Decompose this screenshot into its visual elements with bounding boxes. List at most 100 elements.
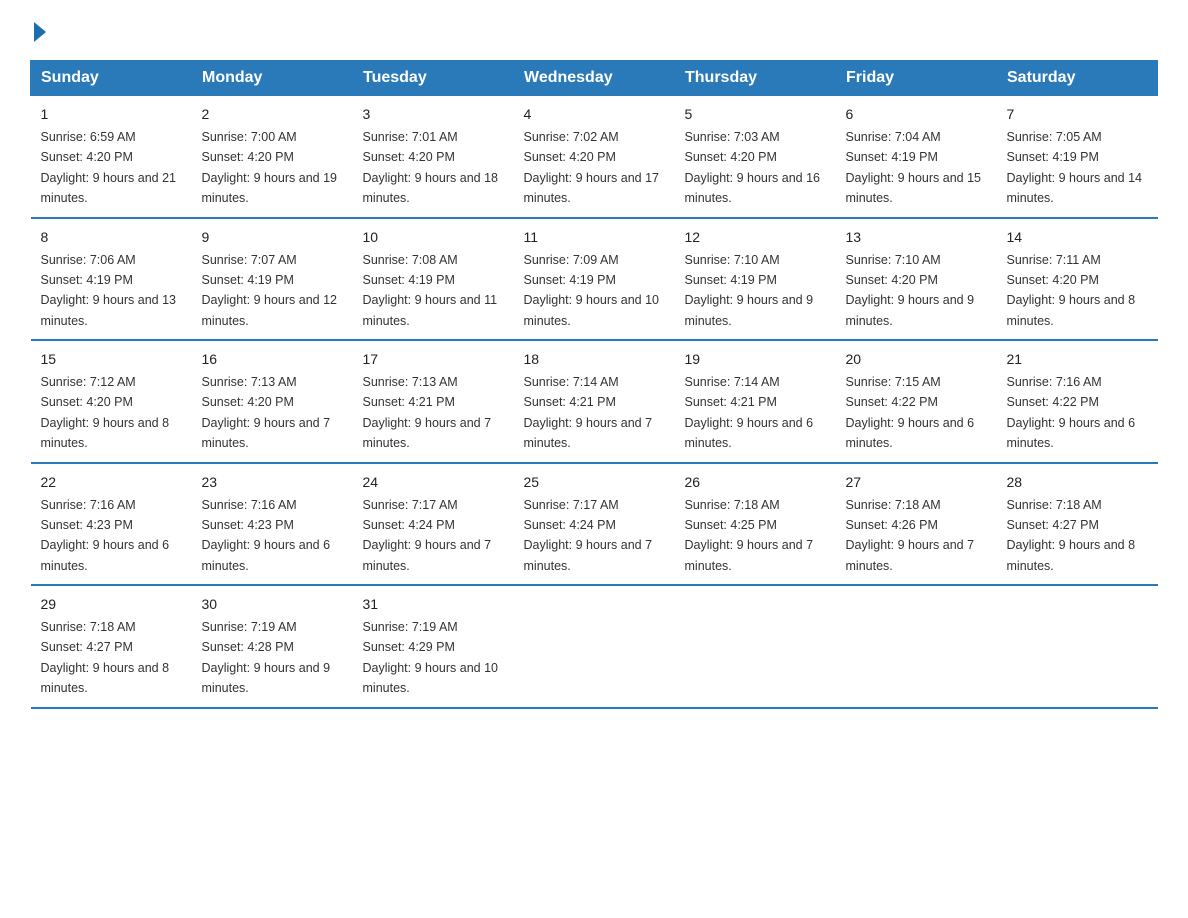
logo-arrow-icon: [34, 22, 46, 42]
calendar-day-cell: 29 Sunrise: 7:18 AMSunset: 4:27 PMDaylig…: [31, 585, 192, 708]
calendar-day-cell: 8 Sunrise: 7:06 AMSunset: 4:19 PMDayligh…: [31, 218, 192, 341]
day-number: 20: [846, 349, 987, 370]
calendar-week-row: 1 Sunrise: 6:59 AMSunset: 4:20 PMDayligh…: [31, 96, 1158, 218]
day-number: 10: [363, 227, 504, 248]
day-number: 23: [202, 472, 343, 493]
day-number: 26: [685, 472, 826, 493]
calendar-day-cell: 1 Sunrise: 6:59 AMSunset: 4:20 PMDayligh…: [31, 96, 192, 218]
day-number: 16: [202, 349, 343, 370]
day-number: 11: [524, 227, 665, 248]
logo: [30, 20, 46, 40]
day-info: Sunrise: 7:03 AMSunset: 4:20 PMDaylight:…: [685, 130, 821, 205]
calendar-week-row: 22 Sunrise: 7:16 AMSunset: 4:23 PMDaylig…: [31, 463, 1158, 586]
calendar-day-cell: 31 Sunrise: 7:19 AMSunset: 4:29 PMDaylig…: [353, 585, 514, 708]
day-info: Sunrise: 7:00 AMSunset: 4:20 PMDaylight:…: [202, 130, 338, 205]
day-number: 31: [363, 594, 504, 615]
calendar-day-cell: 24 Sunrise: 7:17 AMSunset: 4:24 PMDaylig…: [353, 463, 514, 586]
calendar-day-cell: 10 Sunrise: 7:08 AMSunset: 4:19 PMDaylig…: [353, 218, 514, 341]
day-info: Sunrise: 7:16 AMSunset: 4:23 PMDaylight:…: [41, 498, 170, 573]
day-info: Sunrise: 7:19 AMSunset: 4:28 PMDaylight:…: [202, 620, 331, 695]
day-number: 2: [202, 104, 343, 125]
day-info: Sunrise: 7:18 AMSunset: 4:25 PMDaylight:…: [685, 498, 814, 573]
day-number: 17: [363, 349, 504, 370]
calendar-day-cell: 18 Sunrise: 7:14 AMSunset: 4:21 PMDaylig…: [514, 340, 675, 463]
day-info: Sunrise: 7:08 AMSunset: 4:19 PMDaylight:…: [363, 253, 498, 328]
day-number: 24: [363, 472, 504, 493]
day-info: Sunrise: 6:59 AMSunset: 4:20 PMDaylight:…: [41, 130, 177, 205]
day-info: Sunrise: 7:01 AMSunset: 4:20 PMDaylight:…: [363, 130, 499, 205]
calendar-day-cell: [514, 585, 675, 708]
page-header: [30, 20, 1158, 40]
day-of-week-header: Friday: [836, 61, 997, 96]
calendar-day-cell: 4 Sunrise: 7:02 AMSunset: 4:20 PMDayligh…: [514, 96, 675, 218]
calendar-day-cell: [836, 585, 997, 708]
day-number: 29: [41, 594, 182, 615]
day-info: Sunrise: 7:06 AMSunset: 4:19 PMDaylight:…: [41, 253, 177, 328]
calendar-day-cell: 13 Sunrise: 7:10 AMSunset: 4:20 PMDaylig…: [836, 218, 997, 341]
calendar-day-cell: 7 Sunrise: 7:05 AMSunset: 4:19 PMDayligh…: [997, 96, 1158, 218]
day-number: 21: [1007, 349, 1148, 370]
day-info: Sunrise: 7:18 AMSunset: 4:27 PMDaylight:…: [1007, 498, 1136, 573]
calendar-day-cell: 30 Sunrise: 7:19 AMSunset: 4:28 PMDaylig…: [192, 585, 353, 708]
day-info: Sunrise: 7:14 AMSunset: 4:21 PMDaylight:…: [685, 375, 814, 450]
day-number: 9: [202, 227, 343, 248]
day-info: Sunrise: 7:16 AMSunset: 4:22 PMDaylight:…: [1007, 375, 1136, 450]
day-info: Sunrise: 7:14 AMSunset: 4:21 PMDaylight:…: [524, 375, 653, 450]
day-info: Sunrise: 7:15 AMSunset: 4:22 PMDaylight:…: [846, 375, 975, 450]
day-info: Sunrise: 7:17 AMSunset: 4:24 PMDaylight:…: [524, 498, 653, 573]
calendar-day-cell: 11 Sunrise: 7:09 AMSunset: 4:19 PMDaylig…: [514, 218, 675, 341]
day-number: 30: [202, 594, 343, 615]
day-info: Sunrise: 7:13 AMSunset: 4:21 PMDaylight:…: [363, 375, 492, 450]
day-number: 15: [41, 349, 182, 370]
day-info: Sunrise: 7:09 AMSunset: 4:19 PMDaylight:…: [524, 253, 660, 328]
calendar-day-cell: [675, 585, 836, 708]
day-info: Sunrise: 7:02 AMSunset: 4:20 PMDaylight:…: [524, 130, 660, 205]
day-info: Sunrise: 7:19 AMSunset: 4:29 PMDaylight:…: [363, 620, 499, 695]
day-info: Sunrise: 7:17 AMSunset: 4:24 PMDaylight:…: [363, 498, 492, 573]
day-number: 22: [41, 472, 182, 493]
calendar-day-cell: 19 Sunrise: 7:14 AMSunset: 4:21 PMDaylig…: [675, 340, 836, 463]
calendar-day-cell: 28 Sunrise: 7:18 AMSunset: 4:27 PMDaylig…: [997, 463, 1158, 586]
day-info: Sunrise: 7:05 AMSunset: 4:19 PMDaylight:…: [1007, 130, 1143, 205]
day-number: 5: [685, 104, 826, 125]
day-number: 7: [1007, 104, 1148, 125]
day-number: 14: [1007, 227, 1148, 248]
calendar-day-cell: [997, 585, 1158, 708]
day-info: Sunrise: 7:10 AMSunset: 4:20 PMDaylight:…: [846, 253, 975, 328]
calendar-day-cell: 9 Sunrise: 7:07 AMSunset: 4:19 PMDayligh…: [192, 218, 353, 341]
day-number: 19: [685, 349, 826, 370]
calendar-day-cell: 14 Sunrise: 7:11 AMSunset: 4:20 PMDaylig…: [997, 218, 1158, 341]
calendar-day-cell: 15 Sunrise: 7:12 AMSunset: 4:20 PMDaylig…: [31, 340, 192, 463]
day-info: Sunrise: 7:10 AMSunset: 4:19 PMDaylight:…: [685, 253, 814, 328]
day-number: 27: [846, 472, 987, 493]
calendar-day-cell: 21 Sunrise: 7:16 AMSunset: 4:22 PMDaylig…: [997, 340, 1158, 463]
day-info: Sunrise: 7:18 AMSunset: 4:26 PMDaylight:…: [846, 498, 975, 573]
calendar-day-cell: 22 Sunrise: 7:16 AMSunset: 4:23 PMDaylig…: [31, 463, 192, 586]
calendar-day-cell: 5 Sunrise: 7:03 AMSunset: 4:20 PMDayligh…: [675, 96, 836, 218]
day-number: 4: [524, 104, 665, 125]
day-number: 28: [1007, 472, 1148, 493]
day-number: 18: [524, 349, 665, 370]
calendar-day-cell: 26 Sunrise: 7:18 AMSunset: 4:25 PMDaylig…: [675, 463, 836, 586]
day-info: Sunrise: 7:12 AMSunset: 4:20 PMDaylight:…: [41, 375, 170, 450]
day-of-week-header: Wednesday: [514, 61, 675, 96]
day-number: 8: [41, 227, 182, 248]
day-number: 3: [363, 104, 504, 125]
day-number: 1: [41, 104, 182, 125]
day-info: Sunrise: 7:07 AMSunset: 4:19 PMDaylight:…: [202, 253, 338, 328]
calendar-day-cell: 23 Sunrise: 7:16 AMSunset: 4:23 PMDaylig…: [192, 463, 353, 586]
day-info: Sunrise: 7:16 AMSunset: 4:23 PMDaylight:…: [202, 498, 331, 573]
day-of-week-header: Thursday: [675, 61, 836, 96]
day-number: 6: [846, 104, 987, 125]
calendar-day-cell: 20 Sunrise: 7:15 AMSunset: 4:22 PMDaylig…: [836, 340, 997, 463]
calendar-week-row: 8 Sunrise: 7:06 AMSunset: 4:19 PMDayligh…: [31, 218, 1158, 341]
calendar-day-cell: 6 Sunrise: 7:04 AMSunset: 4:19 PMDayligh…: [836, 96, 997, 218]
calendar-day-cell: 3 Sunrise: 7:01 AMSunset: 4:20 PMDayligh…: [353, 96, 514, 218]
day-of-week-header: Sunday: [31, 61, 192, 96]
day-of-week-header: Tuesday: [353, 61, 514, 96]
day-of-week-header: Saturday: [997, 61, 1158, 96]
calendar-week-row: 29 Sunrise: 7:18 AMSunset: 4:27 PMDaylig…: [31, 585, 1158, 708]
day-number: 12: [685, 227, 826, 248]
calendar-header-row: SundayMondayTuesdayWednesdayThursdayFrid…: [31, 61, 1158, 96]
calendar-day-cell: 2 Sunrise: 7:00 AMSunset: 4:20 PMDayligh…: [192, 96, 353, 218]
